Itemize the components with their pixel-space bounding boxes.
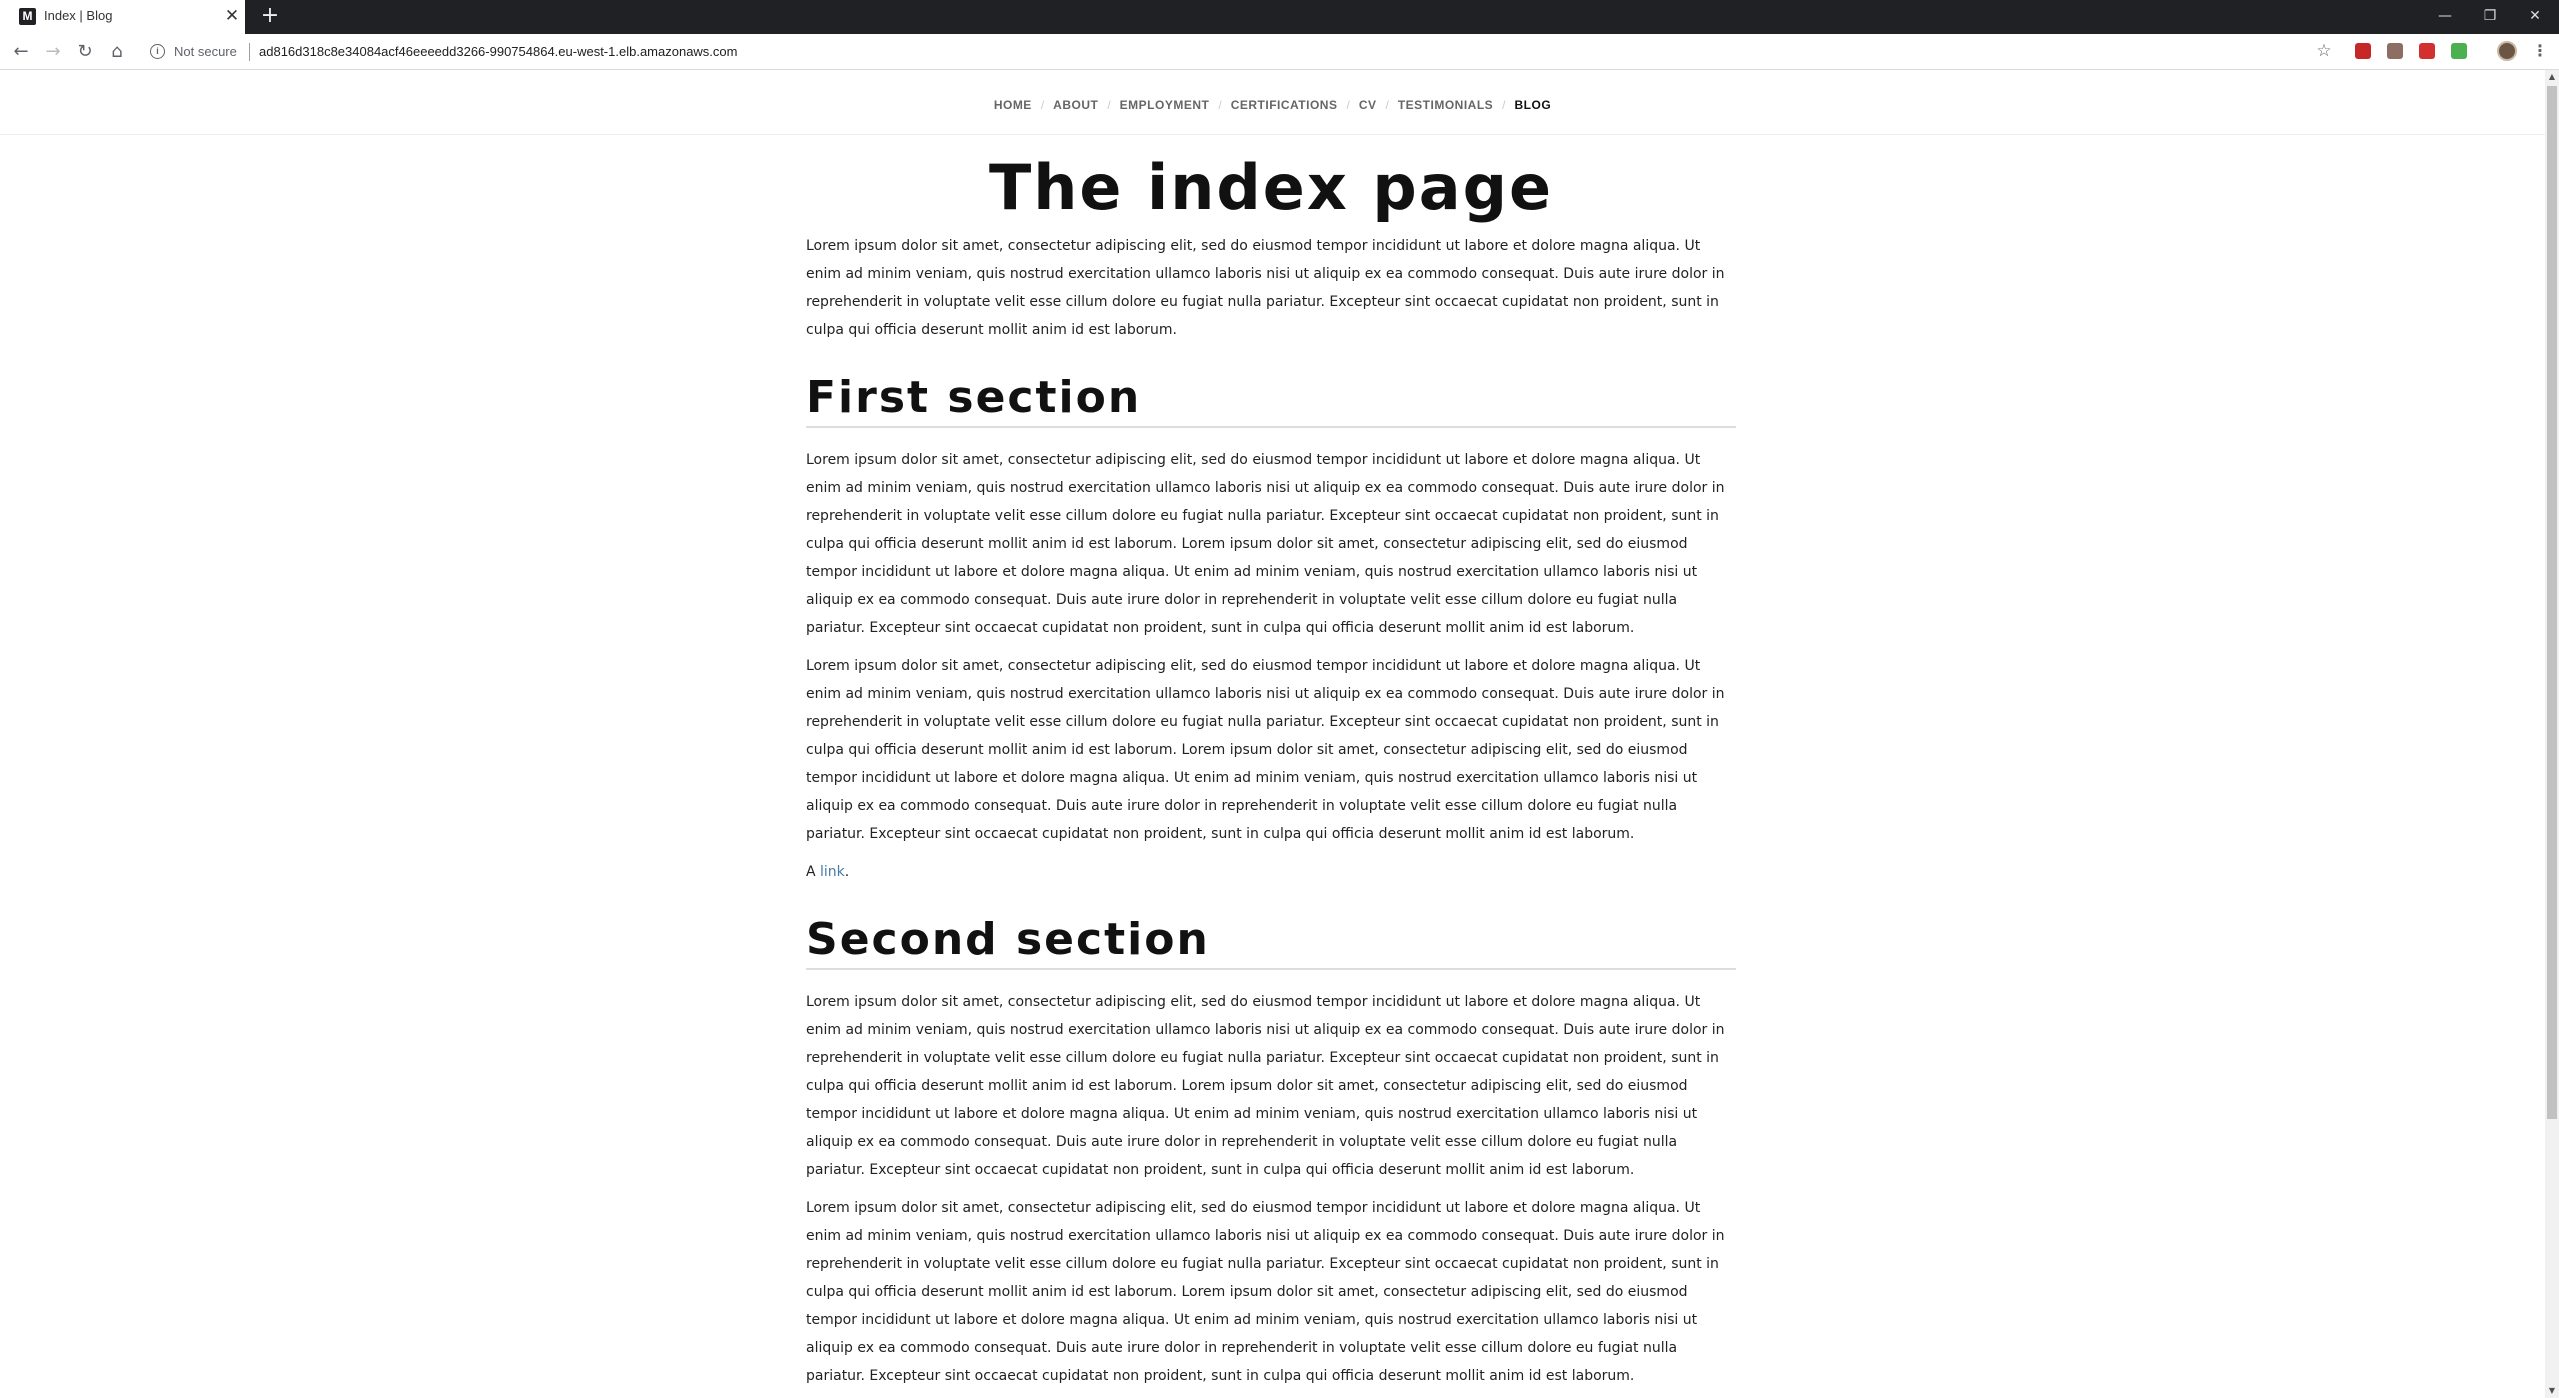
link-paragraph: A link. [806,858,1736,886]
nav-item-blog[interactable]: BLOG [1515,98,1552,112]
minimize-icon[interactable]: — [2430,4,2460,28]
first-section-paragraph-2: Lorem ipsum dolor sit amet, consectetur … [806,658,1725,842]
nav-separator: / [1346,98,1350,112]
scroll-up-icon[interactable]: ▲ [2545,70,2559,84]
link-prefix: A [806,864,821,880]
forward-icon[interactable]: → [41,40,65,64]
close-tab-icon[interactable]: ✕ [222,6,242,26]
main-content: The index page Lorem ipsum dolor sit ame… [806,145,1736,1398]
second-section-paragraph-1: Lorem ipsum dolor sit amet, consectetur … [806,994,1725,1178]
link-suffix: . [844,864,850,880]
browser-tab[interactable]: M Index | Blog ✕ [0,0,245,34]
reload-icon[interactable]: ↻ [73,40,97,64]
profile-avatar[interactable] [2497,41,2517,61]
back-icon[interactable]: ← [9,40,33,64]
url-text[interactable]: ad816d318c8e34084acf46eeeedd3266-9907548… [259,44,737,59]
browser-toolbar: ← → ↻ ⌂ i Not secure ad816d318c8e34084ac… [0,34,2559,70]
security-label[interactable]: Not secure [174,44,237,59]
nav-item-home[interactable]: HOME [994,98,1032,112]
nav-item-employment[interactable]: EMPLOYMENT [1120,98,1210,112]
intro-paragraph: Lorem ipsum dolor sit amet, consectetur … [806,238,1725,338]
second-section-paragraph-2: Lorem ipsum dolor sit amet, consectetur … [806,1200,1725,1384]
browser-titlebar: M Index | Blog ✕ + — ❐ ✕ [0,0,2559,34]
info-icon[interactable]: i [150,44,165,59]
browser-menu-icon[interactable]: ⋮ [2532,40,2548,62]
nav-item-certifications[interactable]: CERTIFICATIONS [1231,98,1338,112]
content-link[interactable]: link [820,864,845,880]
page-viewport: HOME / ABOUT / EMPLOYMENT / CERTIFICATIONS / CV /… [0,70,2545,1398]
favicon-icon: M [19,8,36,25]
first-section-heading: First section [806,370,1736,428]
second-section-heading: Second section [806,912,1736,970]
page-title: The index page [988,151,1554,224]
url-separator [249,43,250,61]
nav-item-testimonials[interactable]: TESTIMONIALS [1398,98,1493,112]
scrollbar-thumb[interactable] [2547,86,2557,1119]
nav-separator: / [1502,98,1506,112]
first-section-paragraph-1: Lorem ipsum dolor sit amet, consectetur … [806,452,1725,636]
extension-lock-icon[interactable] [2419,43,2435,59]
nav-item-cv[interactable]: CV [1359,98,1377,112]
home-icon[interactable]: ⌂ [105,40,129,64]
scroll-down-icon[interactable]: ▼ [2545,1384,2559,1398]
address-bar[interactable]: i Not secure ad816d318c8e34084acf46eeeed… [140,39,2330,65]
bookmark-star-icon[interactable]: ☆ [2313,40,2335,62]
nav-separator: / [1107,98,1111,112]
restore-icon[interactable]: ❐ [2475,4,2505,28]
window-close-icon[interactable]: ✕ [2520,4,2550,28]
extension-cookie-icon[interactable] [2387,43,2403,59]
page-scrollbar[interactable]: ▲ ▼ [2545,70,2559,1398]
tab-title: Index | Blog [44,8,113,23]
nav-separator: / [1040,98,1045,112]
extension-sync-icon[interactable] [2451,43,2467,59]
nav-item-about[interactable]: ABOUT [1053,98,1098,112]
site-nav: HOME / ABOUT / EMPLOYMENT / CERTIFICATIONS / CV /… [0,70,2545,135]
new-tab-icon[interactable]: + [258,4,282,28]
extension-shield-icon[interactable] [2355,43,2371,59]
nav-separator: / [1385,98,1389,112]
nav-separator: / [1218,98,1222,112]
